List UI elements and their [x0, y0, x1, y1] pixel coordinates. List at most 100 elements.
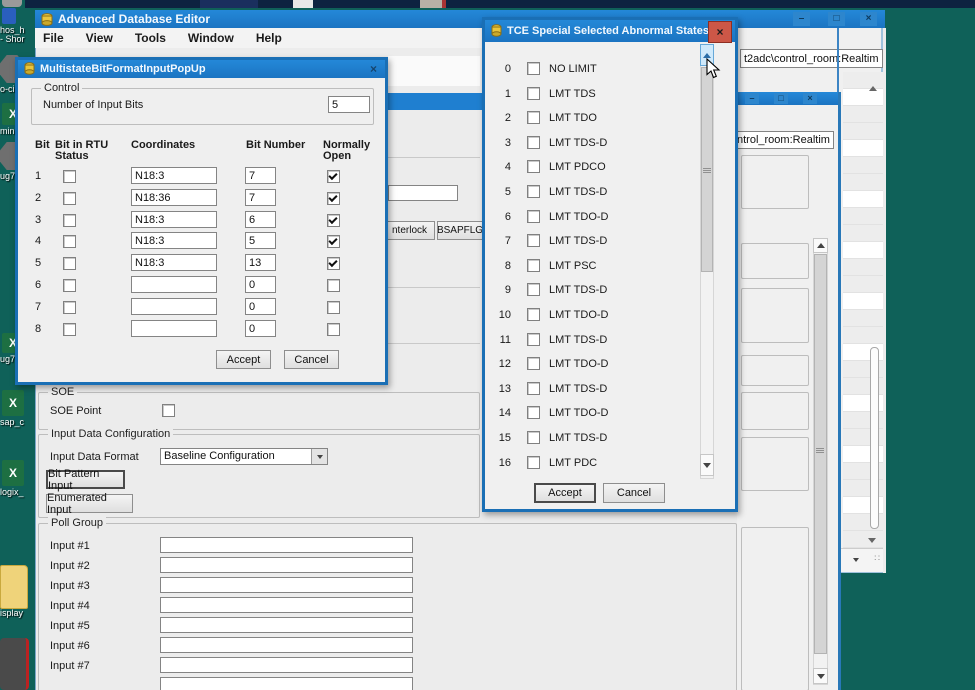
tce-state-row[interactable]: 14LMT TDO-D: [487, 406, 699, 419]
grid-scroll-down-icon[interactable]: [868, 538, 876, 543]
tce-dialog-titlebar[interactable]: TCE Special Selected Abnormal States: [485, 20, 735, 42]
tce-state-checkbox[interactable]: [527, 111, 540, 124]
tce-state-row[interactable]: 15LMT TDS-D: [487, 431, 699, 444]
poll-input-field[interactable]: [160, 597, 413, 613]
shortcut-icon[interactable]: [2, 8, 16, 24]
tce-state-row[interactable]: 0NO LIMIT: [487, 62, 699, 75]
grid-cell[interactable]: [843, 174, 883, 191]
enumerated-input-button[interactable]: Enumerated Input: [46, 494, 133, 513]
grid-dropdown-icon[interactable]: [853, 558, 859, 562]
tce-state-row[interactable]: 13LMT TDS-D: [487, 382, 699, 395]
grid-cell[interactable]: [843, 531, 883, 548]
rtu-status-checkbox[interactable]: [63, 301, 76, 314]
normally-open-checkbox[interactable]: [327, 257, 340, 270]
child-realtime-path-field[interactable]: [733, 131, 834, 149]
multistate-close-button[interactable]: ×: [370, 62, 377, 76]
menu-item-help[interactable]: Help: [256, 31, 282, 45]
tce-state-row[interactable]: 4LMT PDCO: [487, 160, 699, 173]
bit-number-field[interactable]: [245, 232, 276, 249]
tce-state-checkbox[interactable]: [527, 333, 540, 346]
grid-cell[interactable]: [843, 259, 883, 276]
grid-cell[interactable]: [843, 157, 883, 174]
grid-cell[interactable]: [843, 327, 883, 344]
rtu-status-checkbox[interactable]: [63, 170, 76, 183]
realtime-path-field[interactable]: [740, 49, 883, 68]
multistate-accept-button[interactable]: Accept: [216, 350, 271, 369]
normally-open-checkbox[interactable]: [327, 279, 340, 292]
input-format-dropdown[interactable]: Baseline Configuration: [160, 448, 328, 465]
rtu-status-checkbox[interactable]: [63, 214, 76, 227]
grid-cell[interactable]: [843, 106, 883, 123]
tce-state-row[interactable]: 16LMT PDC: [487, 456, 699, 469]
menu-item-tools[interactable]: Tools: [135, 31, 166, 45]
tce-state-row[interactable]: 1LMT TDS: [487, 87, 699, 100]
tce-state-checkbox[interactable]: [527, 456, 540, 469]
grid-cell[interactable]: [843, 242, 883, 259]
bit-number-field[interactable]: [245, 276, 276, 293]
grid-cell[interactable]: [843, 293, 883, 310]
form-text-field[interactable]: [388, 185, 458, 201]
soe-point-checkbox[interactable]: [162, 404, 175, 417]
tce-state-row[interactable]: 2LMT TDO: [487, 111, 699, 124]
grid-cell[interactable]: [843, 72, 883, 89]
menu-item-view[interactable]: View: [86, 31, 113, 45]
rtu-status-checkbox[interactable]: [63, 323, 76, 336]
bit-number-field[interactable]: [245, 167, 276, 184]
coordinates-field[interactable]: [131, 298, 217, 315]
poll-input-field[interactable]: [160, 657, 413, 673]
tce-scrollbar-thumb[interactable]: [701, 67, 713, 272]
tce-state-checkbox[interactable]: [527, 259, 540, 272]
tce-state-checkbox[interactable]: [527, 185, 540, 198]
main-window-titlebar[interactable]: Advanced Database Editor: [35, 10, 885, 28]
minimize-button[interactable]: –: [793, 12, 810, 26]
tce-state-checkbox[interactable]: [527, 431, 540, 444]
child-close-button[interactable]: ×: [803, 93, 817, 104]
form-scroll-down-button[interactable]: [813, 668, 828, 684]
multistate-dialog-titlebar[interactable]: MultistateBitFormatInputPopUp ×: [18, 60, 385, 78]
tce-close-button[interactable]: ×: [708, 21, 732, 43]
tce-state-checkbox[interactable]: [527, 210, 540, 223]
grid-cell[interactable]: [843, 123, 883, 140]
normally-open-checkbox[interactable]: [327, 192, 340, 205]
normally-open-checkbox[interactable]: [327, 323, 340, 336]
grid-scrollbar-thumb[interactable]: [870, 347, 879, 529]
tce-state-row[interactable]: 11LMT TDS-D: [487, 333, 699, 346]
tce-state-checkbox[interactable]: [527, 62, 540, 75]
normally-open-checkbox[interactable]: [327, 214, 340, 227]
menu-item-window[interactable]: Window: [188, 31, 234, 45]
tce-state-checkbox[interactable]: [527, 87, 540, 100]
grid-cell[interactable]: [843, 140, 883, 157]
normally-open-checkbox[interactable]: [327, 235, 340, 248]
bsapflg-button[interactable]: BSAPFLG: [437, 221, 483, 240]
grid-cell[interactable]: [843, 191, 883, 208]
coordinates-field[interactable]: [131, 254, 217, 271]
grid-cell[interactable]: [843, 310, 883, 327]
coordinates-field[interactable]: [131, 189, 217, 206]
rtu-status-checkbox[interactable]: [63, 279, 76, 292]
grid-cell[interactable]: [843, 89, 883, 106]
bit-number-field[interactable]: [245, 211, 276, 228]
poll-input-field[interactable]: [160, 537, 413, 553]
coordinates-field[interactable]: [131, 211, 217, 228]
tce-state-row[interactable]: 6LMT TDO-D: [487, 210, 699, 223]
tce-scroll-down-button[interactable]: [700, 454, 714, 476]
poll-input-field[interactable]: [160, 577, 413, 593]
tce-state-row[interactable]: 9LMT TDS-D: [487, 283, 699, 296]
close-button[interactable]: ×: [860, 12, 877, 26]
poll-input-field[interactable]: [160, 617, 413, 633]
num-input-bits-field[interactable]: [328, 96, 370, 113]
normally-open-checkbox[interactable]: [327, 170, 340, 183]
tce-state-row[interactable]: 10LMT TDO-D: [487, 308, 699, 321]
folder-icon[interactable]: [0, 565, 28, 609]
tce-state-row[interactable]: 7LMT TDS-D: [487, 234, 699, 247]
bit-pattern-input-button[interactable]: Bit Pattern Input: [46, 470, 125, 489]
grid-cell[interactable]: [843, 276, 883, 293]
resize-grip-icon[interactable]: ∷: [874, 553, 880, 564]
rtu-status-checkbox[interactable]: [63, 235, 76, 248]
interlock-button[interactable]: nterlock: [384, 221, 435, 240]
tce-state-checkbox[interactable]: [527, 283, 540, 296]
bit-number-field[interactable]: [245, 254, 276, 271]
tce-state-row[interactable]: 5LMT TDS-D: [487, 185, 699, 198]
tce-state-checkbox[interactable]: [527, 308, 540, 321]
form-scroll-up-button[interactable]: [813, 238, 828, 253]
